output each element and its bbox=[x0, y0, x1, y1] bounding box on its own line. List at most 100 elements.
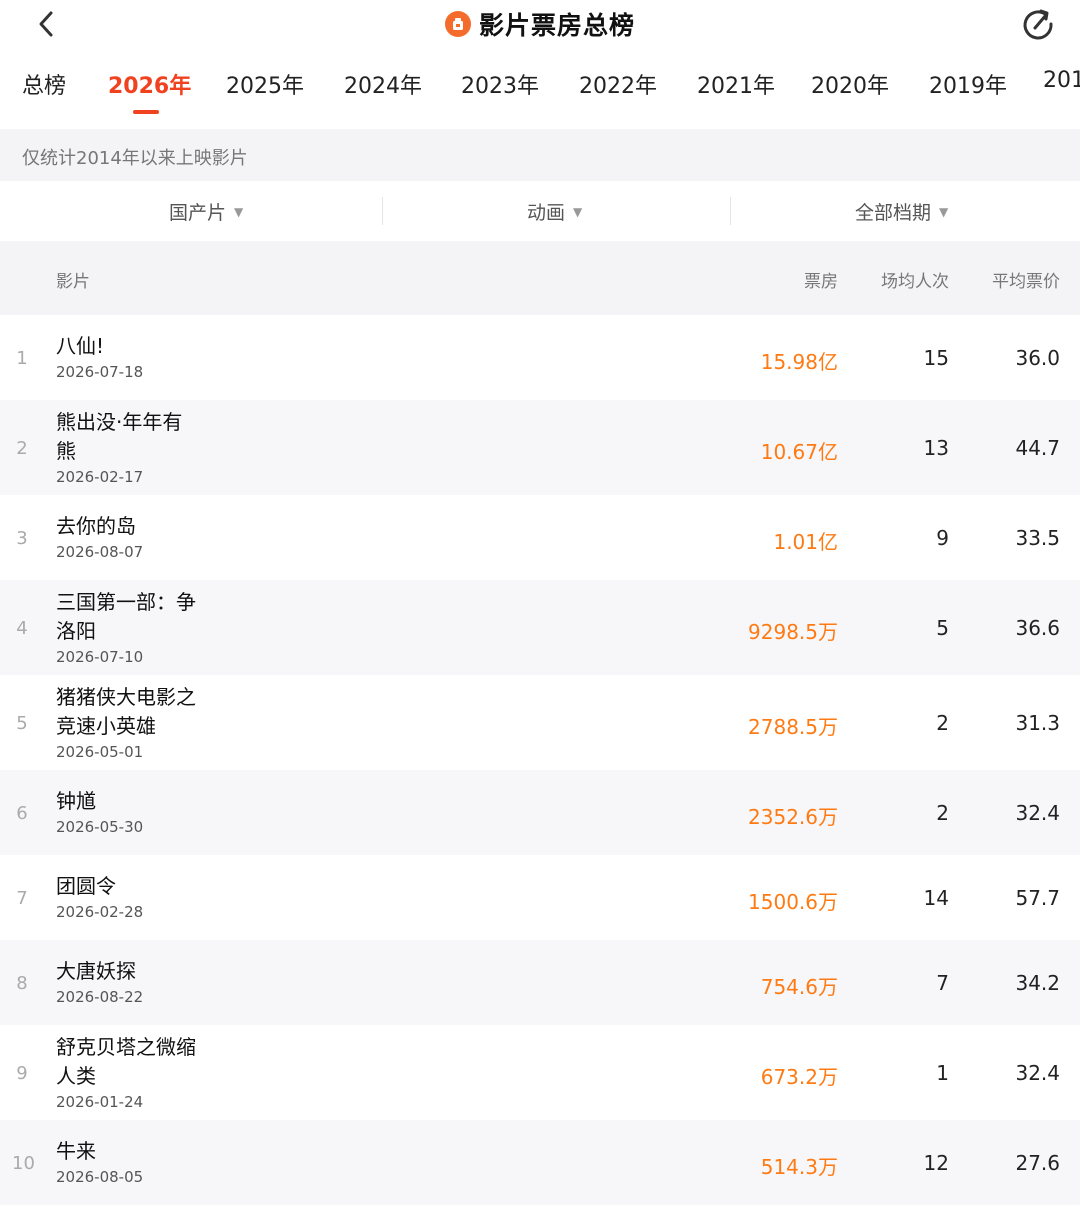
film-title[interactable]: 猪猪侠大电影之 bbox=[56, 683, 216, 712]
box-office-gross: 514.3万 bbox=[760, 1155, 838, 1179]
avg-people-per-show: 12 bbox=[923, 1151, 949, 1175]
filter-divider bbox=[382, 197, 383, 225]
table-row[interactable]: 6 钟馗 2026-05-30 2352.6万 2 32.4 bbox=[0, 770, 1080, 855]
rank-number: 5 bbox=[16, 713, 28, 734]
box-office-gross: 2352.6万 bbox=[748, 805, 838, 829]
active-tab-indicator bbox=[133, 110, 159, 114]
box-office-gross: 1.01亿 bbox=[773, 530, 838, 554]
filter-genre-dropdown[interactable]: 动画 ▼ bbox=[527, 198, 582, 225]
release-date: 2026-02-17 bbox=[56, 468, 144, 486]
table-row[interactable]: 1 八仙! 2026-07-18 15.98亿 15 36.0 bbox=[0, 315, 1080, 400]
refresh-share-icon bbox=[1023, 9, 1053, 40]
rank-number: 1 bbox=[16, 348, 28, 369]
avg-ticket-price: 32.4 bbox=[1015, 1061, 1060, 1085]
rank-number: 2 bbox=[16, 438, 28, 459]
rank-number: 10 bbox=[12, 1153, 35, 1174]
avg-people-per-show: 15 bbox=[923, 346, 949, 370]
tab-2024[interactable]: 2024年 bbox=[344, 68, 422, 100]
film-title[interactable]: 钟馗 bbox=[56, 787, 216, 816]
box-office-gross: 9298.5万 bbox=[748, 620, 838, 644]
filter-origin-label: 国产片 bbox=[169, 202, 227, 224]
box-office-logo-icon bbox=[444, 11, 471, 37]
share-button[interactable] bbox=[1018, 4, 1058, 44]
rank-number: 7 bbox=[16, 888, 28, 909]
avg-people-per-show: 14 bbox=[923, 886, 949, 910]
film-title[interactable]: 大唐妖探 bbox=[56, 957, 216, 986]
table-row[interactable]: 8 大唐妖探 2026-08-22 754.6万 7 34.2 bbox=[0, 940, 1080, 1025]
film-title[interactable]: 团圆令 bbox=[56, 872, 216, 901]
table-row[interactable]: 5 猪猪侠大电影之 竞速小英雄 2026-05-01 2788.5万 2 31.3 bbox=[0, 675, 1080, 770]
table-row[interactable]: 4 三国第一部：争 洛阳 2026-07-10 9298.5万 5 36.6 bbox=[0, 580, 1080, 675]
table-row[interactable]: 2 熊出没·年年有熊 2026-02-17 10.67亿 13 44.7 bbox=[0, 400, 1080, 495]
box-office-gross: 1500.6万 bbox=[748, 890, 838, 914]
caret-down-icon: ▼ bbox=[234, 204, 244, 219]
tab-2025[interactable]: 2025年 bbox=[226, 68, 304, 100]
box-office-gross: 673.2万 bbox=[760, 1065, 838, 1089]
notice-text: 仅统计2014年以来上映影片 bbox=[22, 148, 248, 169]
header-gross[interactable]: 票房 bbox=[804, 267, 838, 292]
table-row[interactable]: 10 牛来 2026-08-05 514.3万 12 27.6 bbox=[0, 1120, 1080, 1205]
table-row[interactable]: 9 舒克贝塔之微缩 人类 2026-01-24 673.2万 1 32.4 bbox=[0, 1025, 1080, 1120]
table-header: 影片 票房 场均人次 平均票价 bbox=[0, 241, 1080, 315]
release-date: 2026-07-10 bbox=[56, 648, 144, 666]
tab-2022[interactable]: 2022年 bbox=[579, 68, 657, 100]
tab-2019[interactable]: 2019年 bbox=[929, 68, 1007, 100]
avg-people-per-show: 1 bbox=[936, 1061, 949, 1085]
avg-ticket-price: 31.3 bbox=[1015, 711, 1060, 735]
page-title: 影片票房总榜 bbox=[478, 11, 635, 40]
film-title[interactable]: 人类 bbox=[56, 1062, 216, 1091]
rank-number: 4 bbox=[16, 618, 28, 639]
film-title[interactable]: 舒克贝塔之微缩 bbox=[56, 1033, 216, 1062]
avg-ticket-price: 36.0 bbox=[1015, 346, 1060, 370]
release-date: 2026-08-05 bbox=[56, 1168, 144, 1186]
release-date: 2026-08-22 bbox=[56, 988, 144, 1006]
film-title[interactable]: 牛来 bbox=[56, 1137, 216, 1166]
filter-season-dropdown[interactable]: 全部档期 ▼ bbox=[855, 198, 948, 225]
film-title[interactable]: 去你的岛 bbox=[56, 512, 216, 541]
avg-ticket-price: 44.7 bbox=[1015, 436, 1060, 460]
box-office-gross: 10.67亿 bbox=[760, 440, 838, 464]
header-avg-price[interactable]: 平均票价 bbox=[992, 267, 1060, 292]
tab-2021[interactable]: 2021年 bbox=[697, 68, 775, 100]
page-title-group: 影片票房总榜 bbox=[0, 4, 1080, 44]
avg-people-per-show: 9 bbox=[936, 526, 949, 550]
avg-ticket-price: 33.5 bbox=[1015, 526, 1060, 550]
filter-origin-dropdown[interactable]: 国产片 ▼ bbox=[169, 198, 243, 225]
tab-2020[interactable]: 2020年 bbox=[811, 68, 889, 100]
tab-2026[interactable]: 2026年 bbox=[108, 68, 191, 100]
avg-ticket-price: 32.4 bbox=[1015, 801, 1060, 825]
film-title[interactable]: 洛阳 bbox=[56, 617, 216, 646]
film-title[interactable]: 三国第一部：争 bbox=[56, 588, 216, 617]
box-office-gross: 15.98亿 bbox=[760, 350, 838, 374]
avg-people-per-show: 7 bbox=[936, 971, 949, 995]
filter-bar: 国产片 ▼ 动画 ▼ 全部档期 ▼ bbox=[0, 181, 1080, 241]
table-row[interactable]: 7 团圆令 2026-02-28 1500.6万 14 57.7 bbox=[0, 855, 1080, 940]
film-title[interactable]: 熊出没·年年有 bbox=[56, 408, 216, 437]
film-title[interactable]: 八仙! bbox=[56, 332, 216, 361]
rank-number: 8 bbox=[16, 973, 28, 994]
caret-down-icon: ▼ bbox=[573, 204, 583, 219]
avg-people-per-show: 5 bbox=[936, 616, 949, 640]
film-title[interactable]: 竞速小英雄 bbox=[56, 712, 216, 741]
box-office-gross: 2788.5万 bbox=[748, 715, 838, 739]
release-date: 2026-02-28 bbox=[56, 903, 144, 921]
tab-2018[interactable]: 2018 bbox=[1043, 68, 1080, 93]
top-bar: 影片票房总榜 bbox=[0, 0, 1080, 50]
release-date: 2026-05-01 bbox=[56, 743, 144, 761]
avg-ticket-price: 36.6 bbox=[1015, 616, 1060, 640]
header-avg-people[interactable]: 场均人次 bbox=[881, 267, 949, 292]
filter-season-label: 全部档期 bbox=[855, 202, 932, 224]
rank-number: 3 bbox=[16, 528, 28, 549]
avg-ticket-price: 27.6 bbox=[1015, 1151, 1060, 1175]
tab-total[interactable]: 总榜 bbox=[22, 68, 66, 100]
release-date: 2026-01-24 bbox=[56, 1093, 144, 1111]
avg-people-per-show: 2 bbox=[936, 711, 949, 735]
table-row[interactable]: 3 去你的岛 2026-08-07 1.01亿 9 33.5 bbox=[0, 495, 1080, 580]
year-tabs: 总榜 2026年 2025年 2024年 2023年 2022年 2021年 2… bbox=[0, 58, 1080, 120]
release-date: 2026-08-07 bbox=[56, 543, 144, 561]
film-title[interactable]: 熊 bbox=[56, 437, 216, 466]
tab-2023[interactable]: 2023年 bbox=[461, 68, 539, 100]
avg-ticket-price: 34.2 bbox=[1015, 971, 1060, 995]
rank-number: 9 bbox=[16, 1063, 28, 1084]
notice-bar: 仅统计2014年以来上映影片 bbox=[0, 129, 1080, 181]
